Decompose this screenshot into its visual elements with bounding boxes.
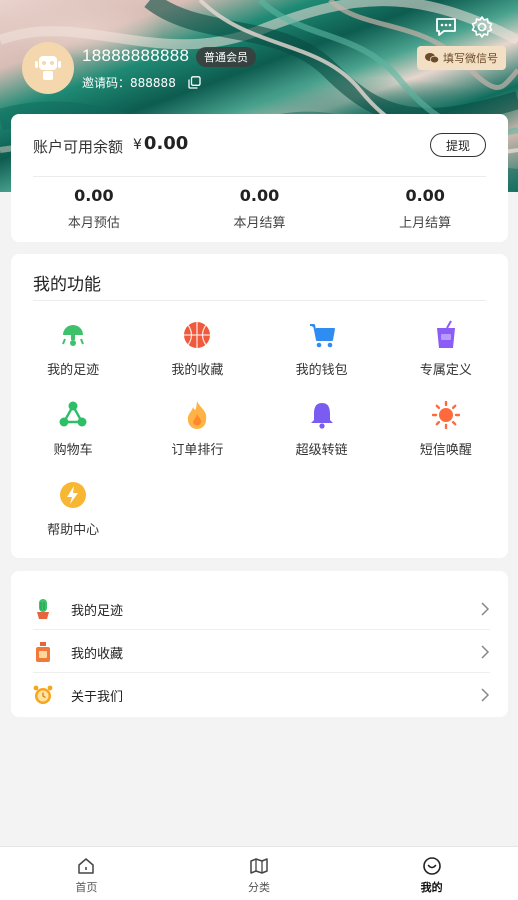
functions-title: 我的功能 [33,275,101,295]
withdraw-button[interactable]: 提现 [430,133,486,157]
stat-label: 上月结算 [399,216,452,231]
drink-cup-icon [432,320,460,350]
func-favorites[interactable]: 我的收藏 [135,320,259,378]
tab-home[interactable]: 首页 [0,847,173,900]
stat-month-settled[interactable]: 0.00 本月结算 [177,186,343,231]
balance-value: 0.00 [143,133,189,154]
share-icon [59,400,87,430]
stat-value: 0.00 [405,186,445,205]
footprint-icon [59,320,87,350]
fire-icon [183,400,211,430]
invite-code: 888888 [130,75,176,90]
invite-code-row: 邀请码： 888888 [82,74,201,91]
tab-label: 首页 [75,881,98,894]
func-sms-wake[interactable]: 短信唤醒 [384,400,508,458]
list-item-label: 我的足迹 [71,603,124,619]
currency-symbol: ¥ [133,137,142,153]
tab-mine[interactable]: 我的 [345,847,518,900]
tab-label: 我的 [420,881,443,894]
bell-icon [308,400,336,430]
balance-amount: ¥0.00 [133,133,188,154]
balance-label: 账户可用余额 [33,138,124,156]
lightning-icon [59,480,87,510]
cactus-icon [33,598,53,620]
robot-avatar-icon [35,56,61,80]
alarm-clock-icon [33,684,53,706]
home-icon [78,858,95,874]
divider [33,672,490,673]
invite-label: 邀请码： [82,76,131,90]
menu-list-card: 我的足迹 我的收藏 关于我们 [11,571,508,717]
copy-icon[interactable] [188,76,201,89]
func-label: 短信唤醒 [419,443,472,458]
func-custom[interactable]: 专属定义 [384,320,508,378]
sun-icon [431,400,460,430]
func-label: 专属定义 [419,363,472,378]
map-icon [250,858,268,874]
chevron-right-icon [481,688,490,702]
stat-label: 本月预估 [67,216,120,231]
tab-label: 分类 [248,881,270,894]
divider [33,629,490,630]
message-icon[interactable] [433,14,459,40]
cart-icon [308,320,336,350]
list-item-label: 关于我们 [71,689,124,705]
func-help-center[interactable]: 帮助中心 [11,480,135,538]
func-footprint[interactable]: 我的足迹 [11,320,135,378]
functions-grid: 我的足迹 我的收藏 我的钱包 专属定义 购物车 订单排行 超级转链 短信唤醒 帮… [11,320,508,538]
earnings-stats: 0.00 本月预估 0.00 本月结算 0.00 上月结算 [11,186,508,231]
bottom-tab-bar: 首页 分类 我的 [0,846,518,900]
func-label: 订单排行 [171,443,224,458]
func-wallet[interactable]: 我的钱包 [260,320,384,378]
chevron-right-icon [481,602,490,616]
func-cart[interactable]: 购物车 [11,400,135,458]
chevron-right-icon [481,645,490,659]
stat-month-estimate[interactable]: 0.00 本月预估 [11,186,177,231]
wechat-icon [425,53,439,64]
member-level-badge: 普通会员 [196,47,256,67]
list-item-label: 我的收藏 [71,646,124,662]
profile-icon [422,857,441,875]
balance-card: 账户可用余额 ¥0.00 提现 0.00 本月预估 0.00 本月结算 0.00… [11,114,508,242]
list-item-favorites[interactable]: 我的收藏 [33,631,490,673]
user-phone: 18888888888 [82,46,190,65]
list-item-footprint[interactable]: 我的足迹 [33,588,490,630]
avatar[interactable] [22,42,74,94]
func-label: 我的钱包 [295,363,348,378]
stat-value: 0.00 [239,186,280,205]
stat-label: 本月结算 [233,216,286,231]
functions-card: 我的功能 我的足迹 我的收藏 我的钱包 专属定义 购物车 订单排行 超级转链 短… [11,254,508,558]
tab-category[interactable]: 分类 [173,847,346,900]
perfume-icon [33,641,53,663]
func-order-rank[interactable]: 订单排行 [135,400,259,458]
stat-last-month-settled[interactable]: 0.00 上月结算 [342,186,508,231]
settings-icon[interactable] [469,14,495,40]
wechat-button-label: 填写微信号 [443,52,498,65]
stat-value: 0.00 [74,186,114,205]
func-label: 购物车 [53,443,93,458]
func-label: 帮助中心 [47,523,100,538]
list-item-about[interactable]: 关于我们 [33,674,490,716]
fill-wechat-button[interactable]: 填写微信号 [417,46,506,70]
func-label: 超级转链 [295,443,348,458]
func-super-link[interactable]: 超级转链 [260,400,384,458]
basketball-icon [183,320,211,350]
divider [33,300,486,301]
divider [33,176,486,177]
func-label: 我的收藏 [171,363,224,378]
func-label: 我的足迹 [47,363,100,378]
